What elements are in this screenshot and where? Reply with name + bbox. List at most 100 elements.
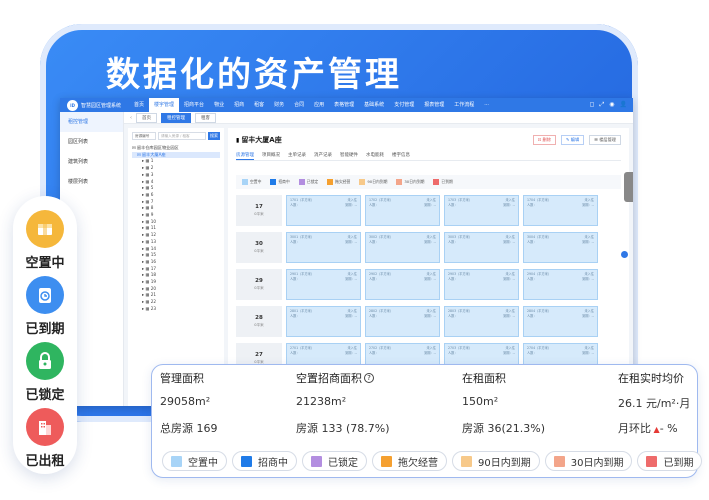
unit-cell[interactable]: 3004（平方米） 未入住 人数： 到期：-- (523, 232, 598, 263)
unit-cell[interactable]: 2903（平方米） 未入住 人数： 到期：-- (444, 269, 519, 300)
tree-floor-item[interactable]: ▸ ▦ 1 (132, 158, 220, 165)
legend-chip[interactable]: 已锁定 (302, 451, 367, 471)
sidebar-item-0[interactable]: 租控管理 (60, 112, 123, 132)
tree-search-select[interactable]: 房源编号 (132, 132, 156, 140)
panel-subtab-4[interactable]: 智能硬件 (340, 151, 358, 160)
status-pill-item[interactable]: 已出租 (13, 408, 77, 469)
legend-chip[interactable]: 空置中 (162, 451, 227, 471)
tree-floor-item[interactable]: ▸ ▦ 10 (132, 219, 220, 226)
nav-item-2[interactable]: 招商平台 (179, 98, 209, 112)
nav-item-3[interactable]: 物业 (209, 98, 229, 112)
status-pill-item[interactable]: 已锁定 (13, 342, 77, 403)
scroll-handle[interactable] (624, 172, 633, 202)
tree-floor-item[interactable]: ▸ ▦ 7 (132, 199, 220, 206)
nav-item-6[interactable]: 财务 (269, 98, 289, 112)
notification-icon[interactable]: ◉ (609, 101, 614, 109)
tree-floor-item[interactable]: ▸ ▦ 17 (132, 266, 220, 273)
nav-item-1[interactable]: 楼宇管理 (149, 98, 180, 112)
panel-subtab-0[interactable]: 房源管理 (236, 151, 254, 160)
user-icon[interactable]: 👤 (620, 101, 627, 109)
legend-chip[interactable]: 30日内到期 (544, 451, 633, 471)
nav-item-8[interactable]: 应用 (309, 98, 329, 112)
floor-label[interactable]: 28 0平米 (236, 306, 282, 337)
tree-floor-item[interactable]: ▸ ▦ 11 (132, 225, 220, 232)
panel-subtab-6[interactable]: 楼宇信息 (392, 151, 410, 160)
panel-subtab-5[interactable]: 水电能耗 (366, 151, 384, 160)
nav-item-9[interactable]: 表格管理 (329, 98, 359, 112)
back-icon[interactable]: ‹ (130, 115, 132, 121)
legend-chip[interactable]: 90日内到期 (452, 451, 540, 471)
tree-floor-item[interactable]: ▸ ▦ 8 (132, 205, 220, 212)
panel-subtab-1[interactable]: 项目概况 (262, 151, 280, 160)
unit-cell[interactable]: 3001（平方米） 未入住 人数： 到期：-- (286, 232, 361, 263)
panel-subtab-2[interactable]: 主单记录 (288, 151, 306, 160)
unit-expire: 到期：-- (424, 240, 436, 244)
tree-search-button[interactable]: 搜索 (208, 132, 220, 140)
edit-button[interactable]: ✎ 编辑 (560, 135, 585, 145)
tree-floor-item[interactable]: ▸ ▦ 16 (132, 259, 220, 266)
nav-item-12[interactable]: 报表管理 (419, 98, 449, 112)
fullscreen-icon[interactable]: ⤢ (599, 101, 604, 109)
floor-label[interactable]: 30 0平米 (236, 232, 282, 263)
sidebar-item-2[interactable]: 建筑列表 (60, 152, 123, 172)
legend-chip[interactable]: 招商中 (232, 451, 297, 471)
panel-subtab-3[interactable]: 消产记录 (314, 151, 332, 160)
unit-cell[interactable]: 2801（平方米） 未入住 人数： 到期：-- (286, 306, 361, 337)
tree-floor-item[interactable]: ▸ ▦ 12 (132, 232, 220, 239)
nav-item-7[interactable]: 合同 (289, 98, 309, 112)
status-pill-item[interactable]: 空置中 (13, 210, 77, 271)
nav-item-11[interactable]: 支付管理 (389, 98, 419, 112)
tree-floor-item[interactable]: ▸ ▦ 21 (132, 292, 220, 299)
tree-floor-item[interactable]: ▸ ▦ 13 (132, 239, 220, 246)
unit-cell[interactable]: 1703（平方米） 未入住 人数： 到期：-- (444, 195, 519, 226)
nav-item-5[interactable]: 租客 (249, 98, 269, 112)
unit-cell[interactable]: 2803（平方米） 未入住 人数： 到期：-- (444, 306, 519, 337)
tree-floor-item[interactable]: ▸ ▦ 9 (132, 212, 220, 219)
unit-cell[interactable]: 2802（平方米） 未入住 人数： 到期：-- (365, 306, 440, 337)
unit-cell[interactable]: 3002（平方米） 未入住 人数： 到期：-- (365, 232, 440, 263)
unit-cell[interactable]: 1701（平方米） 未入住 人数： 到期：-- (286, 195, 361, 226)
nav-item-0[interactable]: 首页 (129, 98, 149, 112)
page-tab-0[interactable]: 首页 (136, 112, 157, 123)
tree-floor-item[interactable]: ▸ ▦ 18 (132, 272, 220, 279)
tree-floor-item[interactable]: ▸ ▦ 3 (132, 172, 220, 179)
unit-cell[interactable]: 2904（平方米） 未入住 人数： 到期：-- (523, 269, 598, 300)
delete-button[interactable]: ⊡ 删除 (532, 135, 556, 145)
floor-label[interactable]: 17 0平米 (236, 195, 282, 226)
unit-cell[interactable]: 1702（平方米） 未入住 人数： 到期：-- (365, 195, 440, 226)
page-tab-1[interactable]: 租控管理 (161, 112, 191, 123)
tree-floor-item[interactable]: ▸ ▦ 2 (132, 165, 220, 172)
window-icon[interactable]: ◻ (589, 101, 594, 109)
floor-label[interactable]: 29 0平米 (236, 269, 282, 300)
unit-cell[interactable]: 2902（平方米） 未入住 人数： 到期：-- (365, 269, 440, 300)
tree-floor-item[interactable]: ▸ ▦ 20 (132, 286, 220, 293)
unit-cell[interactable]: 2901（平方米） 未入住 人数： 到期：-- (286, 269, 361, 300)
page-tab-2[interactable]: 租客 (195, 112, 216, 123)
nav-item-13[interactable]: 工作流程 (449, 98, 479, 112)
unit-cell[interactable]: 2804（平方米） 未入住 人数： 到期：-- (523, 306, 598, 337)
tree-floor-item[interactable]: ▸ ▦ 15 (132, 252, 220, 259)
legend-chip[interactable]: 拖欠经营 (372, 451, 447, 471)
tree-root[interactable]: ⊟ 留丰仓库园区物业园区 (132, 145, 220, 152)
info-icon[interactable]: ? (364, 373, 374, 383)
tree-building[interactable]: ⊟ 留丰大厦A座 (132, 151, 220, 159)
sidebar-item-3[interactable]: 楼层列表 (60, 172, 123, 192)
tree-floor-item[interactable]: ▸ ▦ 19 (132, 279, 220, 286)
nav-item-14[interactable]: ··· (479, 98, 494, 112)
tree-search-input[interactable]: 请输入房源 / 租客 (158, 132, 206, 140)
status-pill-item[interactable]: 已到期 (13, 276, 77, 337)
float-settings-icon[interactable] (620, 250, 629, 259)
tree-floor-item[interactable]: ▸ ▦ 22 (132, 299, 220, 306)
tree-floor-item[interactable]: ▸ ▦ 5 (132, 185, 220, 192)
tree-floor-item[interactable]: ▸ ▦ 14 (132, 246, 220, 253)
tree-floor-item[interactable]: ▸ ▦ 23 (132, 306, 220, 313)
unit-cell[interactable]: 3003（平方米） 未入住 人数： 到期：-- (444, 232, 519, 263)
floor-manage-button[interactable]: ☰ 楼层管理 (589, 135, 621, 145)
tree-floor-item[interactable]: ▸ ▦ 4 (132, 179, 220, 186)
tree-floor-item[interactable]: ▸ ▦ 6 (132, 192, 220, 199)
unit-cell[interactable]: 1704（平方米） 未入住 人数： 到期：-- (523, 195, 598, 226)
nav-item-10[interactable]: 基础系统 (359, 98, 389, 112)
legend-chip[interactable]: 已到期 (637, 451, 703, 471)
nav-item-4[interactable]: 招商 (229, 98, 249, 112)
sidebar-item-1[interactable]: 园区列表 (60, 132, 123, 152)
